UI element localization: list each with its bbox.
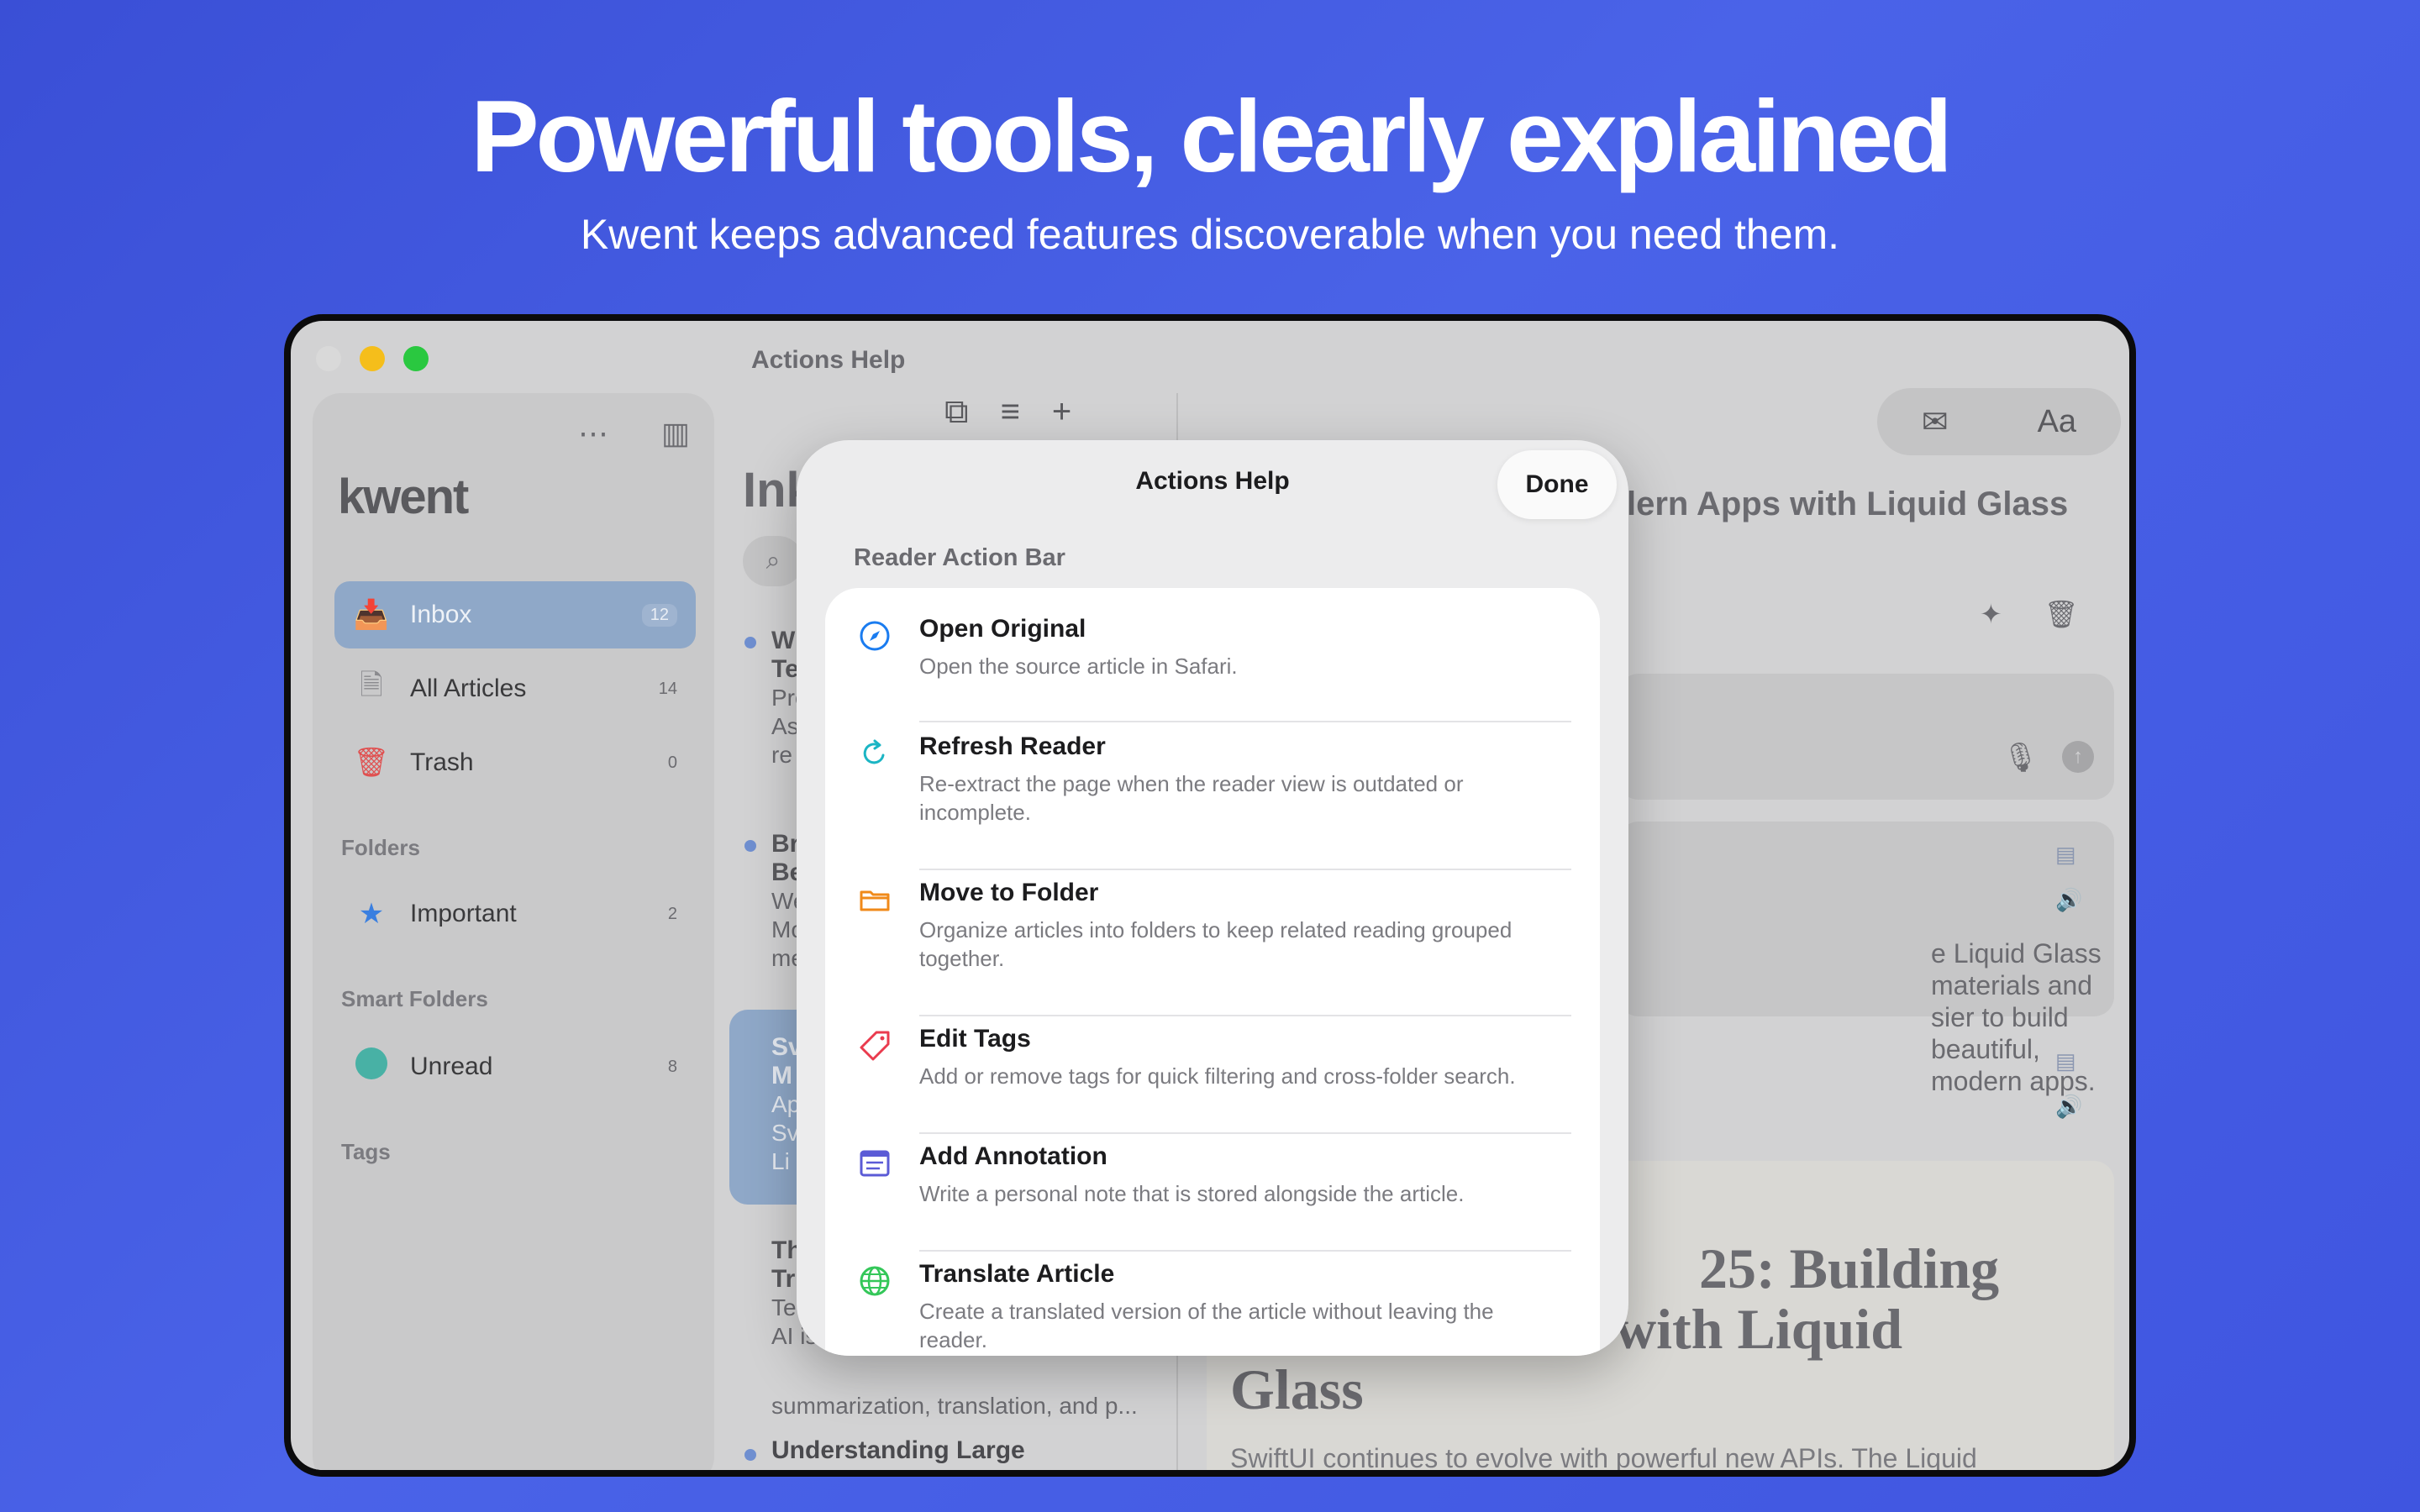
- windows-icon[interactable]: ⧉: [944, 393, 969, 431]
- list-toolbar: ⧉ ≡ +: [944, 393, 1071, 431]
- compass-icon: [857, 618, 892, 654]
- row-divider: [919, 1015, 1571, 1016]
- action-description: Open the source article in Safari.: [919, 654, 1238, 679]
- summary-text: e Liquid Glass materials and sier to buil…: [1931, 938, 2102, 1096]
- more-options-icon[interactable]: ⋯: [575, 415, 612, 452]
- action-description: Add or remove tags for quick filtering a…: [919, 1063, 1516, 1089]
- sidebar-item-unread[interactable]: Unread 8: [334, 1033, 696, 1100]
- trash-icon: 🗑: [353, 747, 390, 779]
- reader-action-icons: ✦ 🗑: [1627, 598, 2078, 630]
- list-item-preview: summarization, translation, and p...: [771, 1393, 1138, 1419]
- action-title: Open Original: [919, 615, 1086, 643]
- sidebar-item-trash[interactable]: 🗑 Trash 0: [334, 729, 696, 796]
- search-icon[interactable]: ⌕: [743, 536, 803, 586]
- print-icon[interactable]: ▤: [2055, 842, 2076, 868]
- sidebar-item-count: 14: [658, 679, 677, 698]
- speaker-icon[interactable]: 🔊: [2055, 887, 2082, 913]
- document-icon: 🗎: [360, 669, 383, 701]
- hero-title: Powerful tools, clearly explained: [471, 79, 1953, 193]
- microphone-icon[interactable]: 🎙: [2002, 741, 2039, 774]
- window-controls: [316, 346, 429, 371]
- tag-icon: [857, 1028, 892, 1063]
- action-title: Edit Tags: [919, 1025, 1031, 1053]
- sidebar-item-inbox[interactable]: 📥 Inbox 12: [334, 581, 696, 648]
- filter-icon[interactable]: ≡: [1001, 393, 1020, 431]
- action-title: Add Annotation: [919, 1142, 1107, 1170]
- row-divider: [919, 1250, 1571, 1252]
- action-title: Translate Article: [919, 1260, 1115, 1288]
- actions-help-sheet: Actions Help Done Reader Action Bar Open…: [797, 440, 1628, 1356]
- maximize-window-button[interactable]: [403, 346, 429, 371]
- list-item-title[interactable]: Understanding Large: [771, 1436, 1025, 1465]
- actions-list: Open Original Open the source article in…: [825, 588, 1600, 1356]
- done-button[interactable]: Done: [1497, 450, 1617, 519]
- action-description: Write a personal note that is stored alo…: [919, 1181, 1465, 1206]
- sidebar-toggle-icon[interactable]: ▥: [657, 415, 694, 452]
- refresh-icon: [857, 736, 892, 771]
- article-body: SwiftUI continues to evolve with powerfu…: [1230, 1443, 1977, 1470]
- sidebar-item-label: Trash: [410, 748, 474, 776]
- folders-header: Folders: [341, 835, 420, 860]
- ask-card: 🎙 ↑: [1618, 674, 2114, 800]
- row-divider: [919, 721, 1571, 722]
- action-description: Create a translated version of the artic…: [919, 1299, 1494, 1352]
- sidebar-item-count: 8: [667, 1057, 677, 1076]
- sidebar-item-label: Important: [410, 900, 517, 927]
- sidebar-item-all-articles[interactable]: 🗎 All Articles 14: [334, 655, 696, 722]
- window-title: Actions Help: [751, 346, 906, 374]
- sidebar-item-count: 12: [641, 603, 677, 627]
- sidebar-item-label: Unread: [410, 1053, 493, 1080]
- trash-icon[interactable]: 🗑: [2044, 598, 2079, 630]
- unread-dot: [744, 840, 756, 852]
- sidebar-item-count: 2: [667, 904, 677, 923]
- action-description: Re-extract the page when the reader view…: [919, 771, 1464, 825]
- unread-dot: [744, 1449, 756, 1461]
- globe-icon: [857, 1263, 892, 1299]
- section-label: Reader Action Bar: [854, 544, 1065, 571]
- device-frame: Actions Help ⋯ ▥ kwent 📥 Inbox 12 🗎 All …: [284, 314, 2136, 1477]
- article-heading: lern Apps with Liquid Glass: [1627, 486, 2069, 522]
- note-icon: [857, 1146, 892, 1181]
- tags-header: Tags: [341, 1139, 391, 1164]
- smart-folders-header: Smart Folders: [341, 986, 488, 1011]
- minimize-window-button[interactable]: [360, 346, 385, 371]
- row-divider: [919, 869, 1571, 870]
- print-icon[interactable]: ▤: [2055, 1048, 2076, 1074]
- reader-toolbar: ✉ Aa: [1877, 388, 2121, 455]
- envelope-icon[interactable]: ✉: [1922, 403, 1949, 441]
- folder-icon: [857, 882, 892, 917]
- action-description: Organize articles into folders to keep r…: [919, 917, 1512, 971]
- app-logo: kwent: [338, 470, 469, 524]
- action-title: Refresh Reader: [919, 732, 1106, 760]
- sidebar-item-important[interactable]: ★ Important 2: [334, 880, 696, 948]
- circle-icon: [353, 1047, 390, 1087]
- hero-subtitle: Kwent keeps advanced features discoverab…: [580, 211, 1840, 258]
- row-divider: [919, 1132, 1571, 1134]
- send-icon[interactable]: ↑: [2062, 741, 2094, 773]
- app-window: Actions Help ⋯ ▥ kwent 📥 Inbox 12 🗎 All …: [291, 321, 2129, 1470]
- text-size-button[interactable]: Aa: [2038, 404, 2076, 440]
- close-window-button[interactable]: [316, 346, 341, 371]
- sidebar: ⋯ ▥ kwent 📥 Inbox 12 🗎 All Articles 14 🗑…: [313, 393, 714, 1470]
- sparkle-icon[interactable]: ✦: [1980, 598, 2002, 630]
- unread-dot: [744, 637, 756, 648]
- sidebar-item-label: Inbox: [410, 601, 472, 628]
- sidebar-item-count: 0: [667, 753, 677, 772]
- action-title: Move to Folder: [919, 879, 1099, 906]
- inbox-icon: 📥: [353, 599, 390, 631]
- add-icon[interactable]: +: [1052, 393, 1071, 431]
- star-icon: ★: [358, 898, 385, 930]
- sidebar-item-label: All Articles: [410, 675, 527, 702]
- speaker-icon[interactable]: 🔊: [2055, 1094, 2082, 1120]
